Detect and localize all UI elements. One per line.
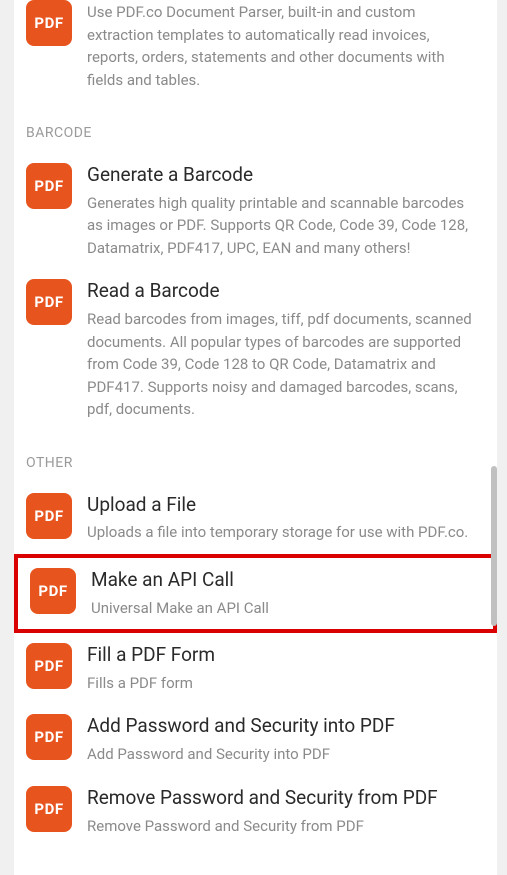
icon-label: PDF: [34, 293, 63, 311]
icon-label: PDF: [34, 177, 63, 195]
icon-label: PDF: [34, 657, 63, 675]
item-description: Universal Make an API Call: [91, 597, 475, 620]
highlighted-item-box: PDF Make an API Call Universal Make an A…: [14, 554, 497, 633]
item-text: Fill a PDF Form Fills a PDF form: [87, 643, 479, 694]
item-title: Fill a PDF Form: [87, 644, 479, 667]
item-description: Read barcodes from images, tiff, pdf doc…: [87, 308, 479, 421]
list-item[interactable]: PDF Fill a PDF Form Fills a PDF form: [14, 633, 497, 704]
pdf-icon: PDF: [26, 714, 72, 760]
item-title: Generate a Barcode: [87, 164, 479, 187]
item-text: Upload a File Uploads a file into tempor…: [87, 493, 479, 544]
list-item[interactable]: PDF Read a Barcode Read barcodes from im…: [14, 269, 497, 430]
item-description: Fills a PDF form: [87, 672, 479, 695]
item-text: Remove Password and Security from PDF Re…: [87, 786, 479, 837]
icon-label: PDF: [34, 14, 63, 32]
pdf-icon: PDF: [30, 568, 76, 614]
list-item[interactable]: PDF Upload a File Uploads a file into te…: [14, 483, 497, 554]
item-description: Use PDF.co Document Parser, built-in and…: [87, 1, 479, 91]
pdf-icon: PDF: [26, 493, 72, 539]
item-title: Remove Password and Security from PDF: [87, 787, 479, 810]
item-title: Add Password and Security into PDF: [87, 715, 479, 738]
scrollbar[interactable]: [491, 466, 497, 626]
item-text: Generate a Barcode Generates high qualit…: [87, 163, 479, 259]
list-item[interactable]: PDF Add Password and Security into PDF A…: [14, 704, 497, 775]
list-item[interactable]: PDF Use PDF.co Document Parser, built-in…: [14, 0, 497, 101]
list-item[interactable]: PDF Generate a Barcode Generates high qu…: [14, 153, 497, 269]
item-description: Generates high quality printable and sca…: [87, 192, 479, 260]
icon-label: PDF: [38, 582, 67, 600]
section-header-other: OTHER: [14, 431, 497, 483]
item-description: Add Password and Security into PDF: [87, 743, 479, 766]
icon-label: PDF: [34, 728, 63, 746]
item-title: Make an API Call: [91, 569, 475, 592]
list-item[interactable]: PDF Make an API Call Universal Make an A…: [18, 558, 493, 629]
item-text: Use PDF.co Document Parser, built-in and…: [87, 0, 479, 91]
item-title: Read a Barcode: [87, 280, 479, 303]
item-text: Read a Barcode Read barcodes from images…: [87, 279, 479, 420]
section-header-barcode: BARCODE: [14, 101, 497, 153]
pdf-icon: PDF: [26, 786, 72, 832]
list-item[interactable]: PDF Remove Password and Security from PD…: [14, 776, 497, 847]
pdf-icon: PDF: [26, 163, 72, 209]
action-list-panel: PDF Use PDF.co Document Parser, built-in…: [14, 0, 497, 875]
pdf-icon: PDF: [26, 279, 72, 325]
item-text: Add Password and Security into PDF Add P…: [87, 714, 479, 765]
item-title: Upload a File: [87, 494, 479, 517]
icon-label: PDF: [34, 800, 63, 818]
item-description: Remove Password and Security from PDF: [87, 815, 479, 838]
item-text: Make an API Call Universal Make an API C…: [91, 568, 475, 619]
pdf-icon: PDF: [26, 643, 72, 689]
icon-label: PDF: [34, 507, 63, 525]
item-description: Uploads a file into temporary storage fo…: [87, 521, 479, 544]
pdf-icon: PDF: [26, 0, 72, 46]
